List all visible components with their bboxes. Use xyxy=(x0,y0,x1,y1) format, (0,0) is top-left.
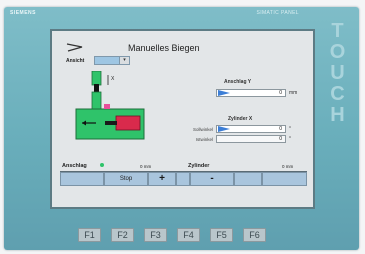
anschlag-value: 0 xyxy=(279,90,282,96)
slider-thumb[interactable] xyxy=(218,126,230,132)
stop-button[interactable]: Stop xyxy=(104,172,148,186)
sollwert-label: Sollwinkel xyxy=(192,127,213,132)
ansicht-label: Ansicht xyxy=(66,58,85,64)
post-bottom xyxy=(91,91,102,111)
sensor-marker xyxy=(104,104,110,109)
x-axis-label: X xyxy=(111,76,115,82)
anschlag-label: Anschlag Y xyxy=(224,79,252,85)
minus-button[interactable]: - xyxy=(190,172,234,186)
cylinder xyxy=(115,115,141,131)
istwert-label: Istwinkel xyxy=(195,137,213,142)
blank-button-1[interactable] xyxy=(60,172,104,186)
anschlag-unit: mm xyxy=(289,90,298,96)
screen-frame: Manuelles Biegen Ansicht ▾ X Anschlag Y … xyxy=(50,29,315,209)
touch-label: T O U C H xyxy=(329,20,347,126)
status-row: Anschlag 0 mm Zylinder 0 mm xyxy=(60,162,307,171)
f6-key[interactable]: F6 xyxy=(243,228,266,242)
f4-key[interactable]: F4 xyxy=(177,228,200,242)
machine-diagram: X xyxy=(75,71,145,140)
blank-button-3[interactable] xyxy=(234,172,262,186)
anschlag-slider[interactable]: 0 xyxy=(216,89,286,97)
ansicht-select[interactable]: ▾ xyxy=(94,56,130,65)
sollwert-slider[interactable]: 0 xyxy=(216,125,286,133)
f3-key[interactable]: F3 xyxy=(144,228,167,242)
plus-button[interactable]: + xyxy=(148,172,176,186)
status-anschlag-unit: 0 mm xyxy=(140,164,152,169)
status-anschlag-label: Anschlag xyxy=(62,163,87,169)
status-zylinder-label: Zylinder xyxy=(188,163,210,169)
f1-key[interactable]: F1 xyxy=(78,228,101,242)
page-title: Manuelles Biegen xyxy=(128,43,200,53)
control-buttons: Stop + - xyxy=(60,172,307,186)
f5-key[interactable]: F5 xyxy=(210,228,233,242)
cylinder-rod xyxy=(105,121,117,125)
blank-button-2[interactable] xyxy=(176,172,190,186)
status-indicator xyxy=(100,162,104,171)
istwert-value: 0 xyxy=(279,136,282,142)
chevron-down-icon[interactable]: ▾ xyxy=(119,57,129,64)
sollwert-value: 0 xyxy=(279,126,282,132)
model-label: SIMATIC PANEL xyxy=(256,10,299,16)
istwert-display: 0 xyxy=(216,135,286,143)
hmi-screen: Manuelles Biegen Ansicht ▾ X Anschlag Y … xyxy=(52,31,313,207)
istwert-unit: ° xyxy=(289,136,291,142)
brand-label: SIEMENS xyxy=(10,10,37,16)
blank-button-4[interactable] xyxy=(262,172,307,186)
slider-thumb[interactable] xyxy=(218,90,230,96)
back-arrow-icon[interactable] xyxy=(66,42,84,52)
f2-key[interactable]: F2 xyxy=(111,228,134,242)
sollwert-unit: ° xyxy=(289,126,291,132)
post-top xyxy=(91,71,102,86)
status-zylinder-unit: 0 mm xyxy=(282,164,294,169)
hmi-panel: SIEMENS SIMATIC PANEL T O U C H Manuelle… xyxy=(4,7,359,250)
zylinder-label: Zylinder X xyxy=(228,116,253,122)
